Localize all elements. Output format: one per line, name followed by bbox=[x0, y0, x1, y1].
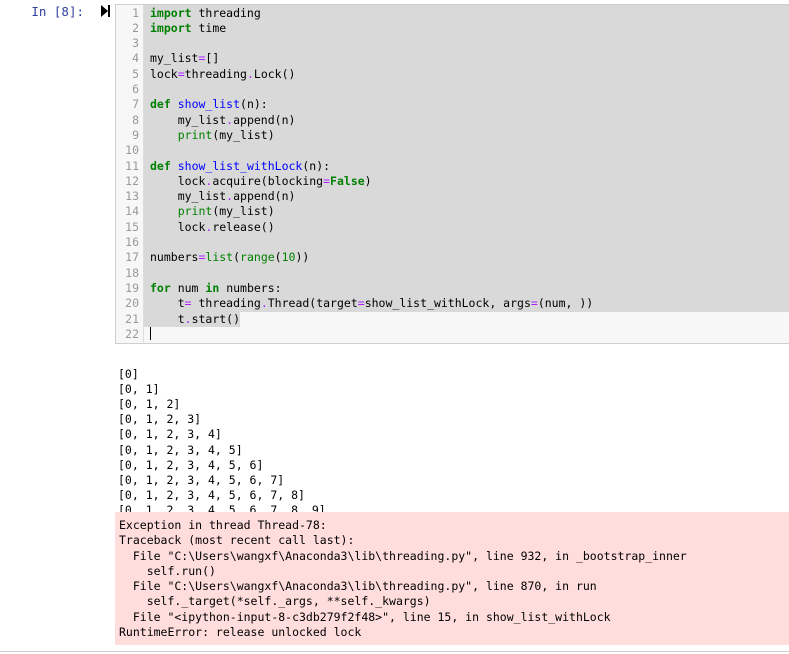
code-line[interactable]: my_list=[] bbox=[150, 51, 219, 66]
error-line: Traceback (most recent call last): bbox=[119, 533, 355, 548]
code-line[interactable]: t.start() bbox=[150, 312, 240, 327]
line-number: 5 bbox=[132, 66, 139, 81]
code-line[interactable]: lock.acquire(blocking=False) bbox=[150, 174, 372, 189]
line-number-gutter: 1 2 3 4 5 6 7 8 9 10 11 12 13 14 15 16 1… bbox=[116, 5, 144, 343]
error-line: File "C:\Users\wangxf\Anaconda3\lib\thre… bbox=[119, 548, 687, 563]
output-line: [0, 1, 2, 3, 4] bbox=[118, 427, 222, 442]
line-number: 9 bbox=[132, 127, 139, 142]
line-number: 18 bbox=[125, 265, 139, 280]
line-number: 6 bbox=[132, 82, 139, 96]
line-number: 1 bbox=[132, 5, 139, 20]
output-line: [0, 1, 2, 3, 4, 5, 6, 7] bbox=[118, 472, 285, 487]
code-line[interactable]: def show_list_withLock(n): bbox=[150, 159, 330, 174]
cell-divider bbox=[0, 651, 789, 652]
input-prompt: In [8]: bbox=[31, 4, 84, 19]
code-line[interactable]: print(my_list) bbox=[150, 204, 275, 219]
error-line: File "C:\Users\wangxf\Anaconda3\lib\thre… bbox=[119, 579, 597, 594]
line-number: 22 bbox=[125, 326, 139, 341]
code-line[interactable]: import threading bbox=[150, 6, 261, 21]
stdout-output: [0] [0, 1] [0, 1, 2] [0, 1, 2, 3] [0, 1, 2, … bbox=[118, 352, 778, 533]
error-line: Exception in thread Thread-78: bbox=[119, 518, 327, 532]
output-line: [0, 1, 2, 3] bbox=[118, 412, 202, 427]
line-number: 20 bbox=[125, 296, 139, 311]
text-cursor bbox=[150, 326, 151, 342]
line-number: 7 bbox=[132, 97, 139, 112]
code-line[interactable]: for num in numbers: bbox=[150, 281, 282, 296]
line-number: 21 bbox=[125, 311, 139, 326]
output-line: [0, 1, 2, 3, 4, 5, 6] bbox=[118, 457, 264, 472]
error-line: self.run() bbox=[119, 563, 216, 578]
output-line: [0] bbox=[118, 367, 139, 382]
output-line: [0, 1, 2] bbox=[118, 397, 181, 412]
code-line[interactable]: t= threading.Thread(target=show_list_wit… bbox=[150, 296, 594, 311]
code-line[interactable]: def show_list(n): bbox=[150, 97, 268, 112]
line-number: 16 bbox=[125, 235, 139, 249]
code-line[interactable]: print(my_list) bbox=[150, 128, 275, 143]
line-number: 4 bbox=[132, 51, 139, 66]
line-number: 19 bbox=[125, 280, 139, 295]
output-line: [0, 1, 2, 3, 4, 5] bbox=[118, 442, 243, 457]
line-number: 12 bbox=[125, 173, 139, 188]
output-line: [0, 1, 2, 3, 4, 5, 6, 7, 8] bbox=[118, 487, 305, 502]
line-number: 11 bbox=[125, 158, 139, 173]
stderr-output: Exception in thread Thread-78: Traceback … bbox=[115, 512, 789, 645]
error-line: RuntimeError: release unlocked lock bbox=[119, 625, 362, 640]
line-number: 8 bbox=[132, 112, 139, 127]
line-number: 14 bbox=[125, 204, 139, 219]
line-number: 13 bbox=[125, 189, 139, 204]
line-number: 3 bbox=[132, 36, 139, 51]
line-number: 2 bbox=[132, 20, 139, 35]
error-line: File "<ipython-input-8-c3db279f2f48>", l… bbox=[119, 609, 611, 624]
line-number: 10 bbox=[125, 143, 139, 158]
code-cell[interactable]: 1 2 3 4 5 6 7 8 9 10 11 12 13 14 15 16 1… bbox=[115, 4, 789, 344]
line-number: 15 bbox=[125, 219, 139, 234]
code-line[interactable]: lock=threading.Lock() bbox=[150, 67, 295, 82]
line-number: 17 bbox=[125, 250, 139, 265]
run-cell-icon[interactable] bbox=[98, 4, 112, 18]
error-line: self._target(*self._args, **self._kwargs… bbox=[119, 594, 431, 609]
code-line[interactable]: lock.release() bbox=[150, 220, 275, 235]
code-line[interactable]: my_list.append(n) bbox=[150, 113, 296, 128]
code-line[interactable]: import time bbox=[150, 21, 226, 36]
code-line[interactable]: my_list.append(n) bbox=[150, 189, 296, 204]
code-line[interactable]: numbers=list(range(10)) bbox=[150, 250, 309, 265]
output-line: [0, 1] bbox=[118, 382, 160, 397]
